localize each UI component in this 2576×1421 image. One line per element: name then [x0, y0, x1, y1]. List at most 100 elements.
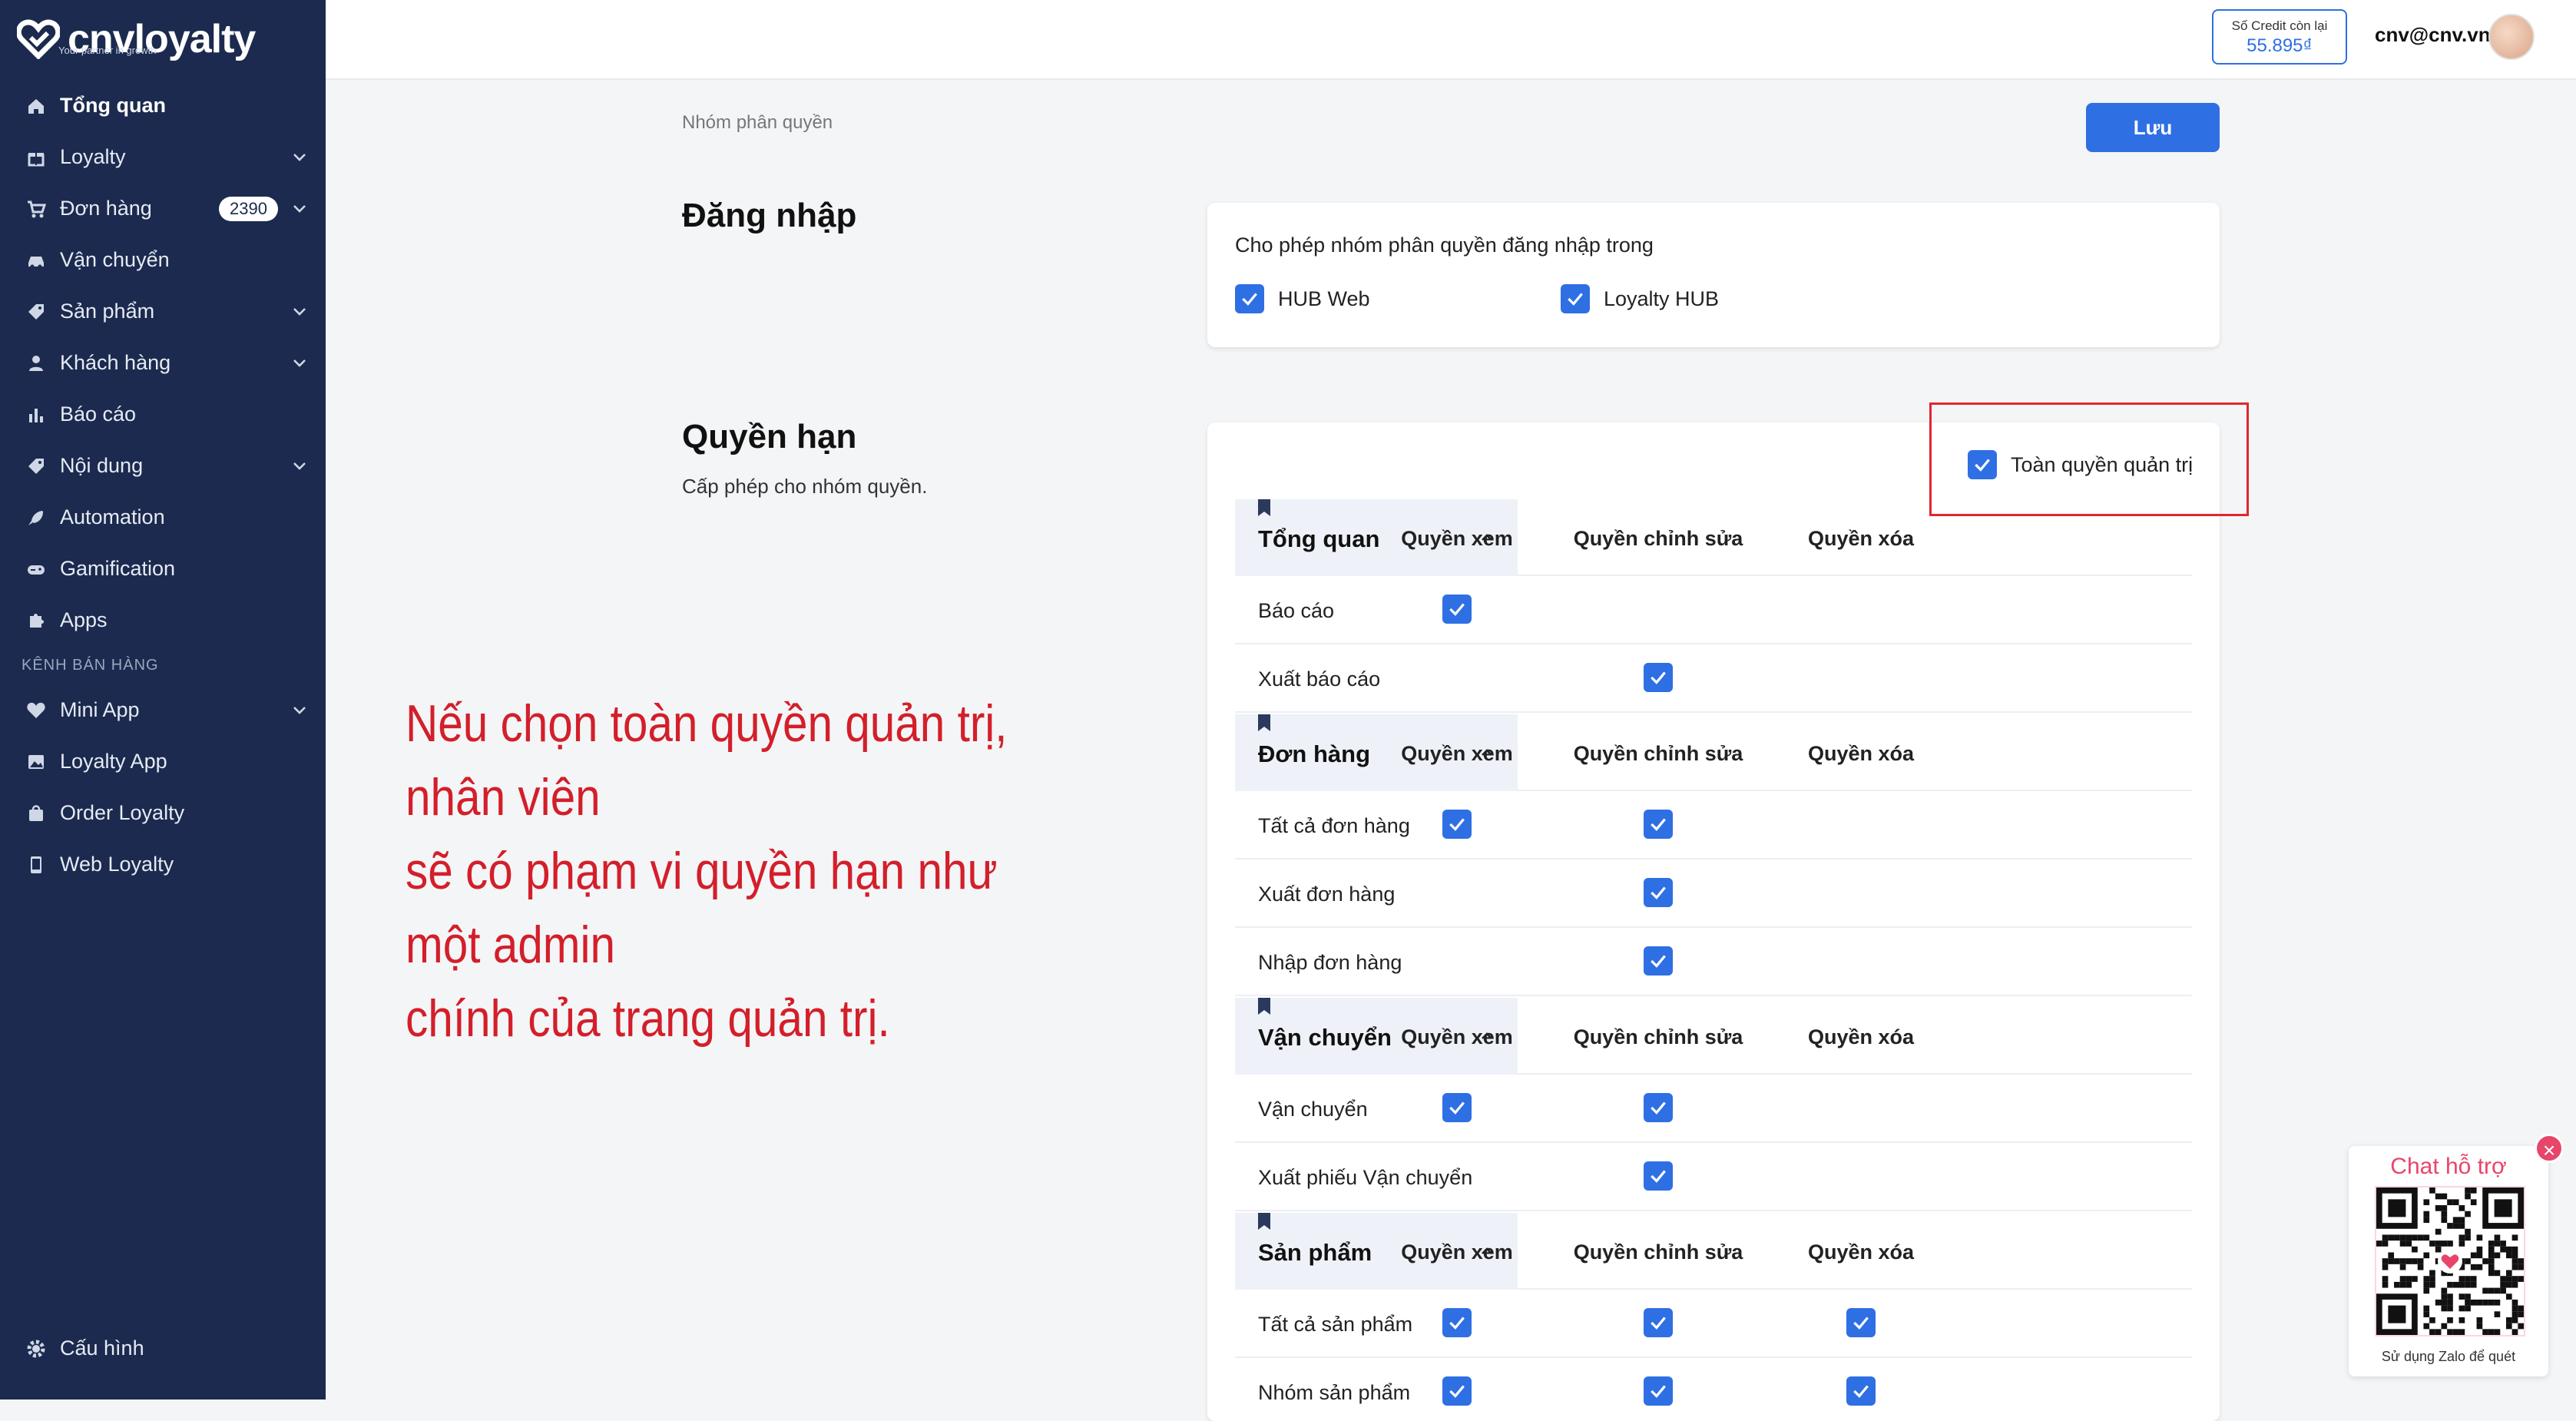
sidebar-item-settings[interactable]: Cấu hình [0, 1323, 326, 1374]
sidebar-item-van-chuyen[interactable]: Vận chuyển [0, 234, 326, 286]
gear-icon [23, 1336, 49, 1362]
permission-label: Tất cả sản phẩm [1258, 1313, 1413, 1336]
column-header: Quyền xóa [1807, 1025, 1915, 1048]
sidebar-item-apps[interactable]: Apps [0, 595, 326, 646]
checkbox-checked[interactable] [1644, 1308, 1673, 1337]
permission-row: Xuất báo cáo [1235, 644, 2192, 713]
permission-row: Xuất phiếu Vận chuyển [1235, 1143, 2192, 1211]
sidebar-item-web-loyalty[interactable]: Web Loyalty [0, 839, 326, 890]
permission-group-header: Đơn hàng Quyền xem Quyền chỉnh sửa Quyền xó… [1235, 714, 2192, 791]
column-header: Quyền xem [1401, 742, 1513, 765]
chat-widget[interactable]: Chat hỗ trợ Sử dụng Zalo để quét [2349, 1146, 2548, 1376]
sidebar-item-tong-quan[interactable]: Tổng quan [0, 80, 326, 131]
sidebar-item-automation[interactable]: Automation [0, 492, 326, 543]
permission-group: Tổng quan Quyền xem Quyền chỉnh sửa Quyền x… [1235, 499, 2192, 713]
sidebar-item-loyalty-app[interactable]: Loyalty App [0, 736, 326, 787]
sidebar-item-label: Sản phẩm [60, 300, 155, 323]
chevron-down-icon[interactable] [290, 354, 309, 373]
sidebar-item-label: Loyalty App [60, 750, 167, 773]
checkbox-checked[interactable] [1235, 284, 1264, 313]
checkbox-checked[interactable] [1644, 1376, 1673, 1406]
sidebar-item-label: Gamification [60, 557, 176, 580]
user-email[interactable]: cnv@cnv.vn [2375, 23, 2491, 47]
annotation-line: Nếu chọn toàn quyền quản trị, nhân viên [406, 694, 1008, 826]
permission-group: Sản phẩm Quyền xem Quyền chỉnh sửa Quyền xó… [1235, 1213, 2192, 1421]
login-section-title: Đăng nhập [682, 197, 857, 234]
checkbox-checked[interactable] [1644, 878, 1673, 907]
permission-row: Nhập đơn hàng [1235, 928, 2192, 996]
checkbox-checked[interactable] [1644, 663, 1673, 692]
save-button[interactable]: Lưu [2086, 103, 2220, 152]
checkbox-checked[interactable] [1442, 1093, 1472, 1122]
column-header: Quyền chỉnh sửa [1573, 1025, 1743, 1048]
sidebar-item-label: Web Loyalty [60, 853, 174, 876]
credit-box[interactable]: Số Credit còn lại 55.895₫ [2212, 9, 2347, 65]
chevron-down-icon[interactable] [290, 200, 309, 218]
option-label: Loyalty HUB [1604, 287, 1720, 310]
checkbox-checked[interactable] [1644, 1161, 1673, 1191]
permission-group: Vận chuyển Quyền xem Quyền chỉnh sửa Quyền … [1235, 998, 2192, 1211]
tag-icon [23, 299, 49, 325]
permission-group-header: Vận chuyển Quyền xem Quyền chỉnh sửa Quyền … [1235, 998, 2192, 1075]
brand-logo[interactable]: cnvloyalty [17, 12, 256, 66]
permission-row: Nhóm sản phẩm [1235, 1358, 2192, 1421]
breadcrumb[interactable]: Nhóm phân quyền [682, 112, 833, 134]
checkbox-checked[interactable] [1442, 1376, 1472, 1406]
permission-label: Nhóm sản phẩm [1258, 1381, 1411, 1404]
permission-row: Tất cả đơn hàng [1235, 791, 2192, 860]
checkbox-checked[interactable] [1442, 1308, 1472, 1337]
sidebar-item-label: Đơn hàng [60, 197, 152, 220]
permission-label: Nhập đơn hàng [1258, 951, 1402, 974]
sidebar-item-gamification[interactable]: Gamification [0, 543, 326, 595]
sidebar-item-mini-app[interactable]: Mini App [0, 684, 326, 736]
checkbox-checked[interactable] [1442, 595, 1472, 624]
chevron-down-icon[interactable] [290, 701, 309, 720]
sidebar-item-bao-cao[interactable]: Báo cáo [0, 389, 326, 440]
permission-row: Xuất đơn hàng [1235, 860, 2192, 928]
sidebar-item-loyalty[interactable]: Loyalty [0, 131, 326, 183]
column-header: Quyền xem [1401, 1025, 1513, 1048]
avatar[interactable] [2488, 14, 2535, 60]
option-label: HUB Web [1278, 287, 1370, 310]
login-option-loyalty-hub[interactable]: Loyalty HUB [1561, 284, 1719, 313]
checkbox-checked[interactable] [1846, 1308, 1876, 1337]
column-header: Quyền chỉnh sửa [1573, 527, 1743, 550]
permission-card: Toàn quyền quản trị Tổng quan Quyền xem Qu… [1207, 422, 2220, 1421]
login-card: Cho phép nhóm phân quyền đăng nhập trong… [1207, 203, 2220, 347]
checkbox-checked[interactable] [1644, 1093, 1673, 1122]
bookmark-icon [1258, 998, 1270, 1015]
checkbox-checked[interactable] [1846, 1376, 1876, 1406]
sidebar-section-label: KÊNH BÁN HÀNG [22, 656, 159, 674]
checkbox-checked[interactable] [1442, 810, 1472, 839]
heart-icon [23, 697, 49, 724]
chevron-down-icon[interactable] [290, 457, 309, 475]
login-option-hub-web[interactable]: HUB Web [1235, 284, 1370, 313]
permission-row: Tất cả sản phẩm [1235, 1290, 2192, 1358]
checkbox-checked[interactable] [1644, 946, 1673, 975]
permission-row: Báo cáo [1235, 576, 2192, 644]
heart-logo-icon [17, 19, 60, 59]
sidebar-item-order-loyalty[interactable]: Order Loyalty [0, 787, 326, 839]
puzzle-icon [23, 608, 49, 634]
bookmark-icon [1258, 714, 1270, 731]
sidebar-item-noi-dung[interactable]: Nội dung [0, 440, 326, 492]
cart-icon [23, 196, 49, 222]
column-header: Quyền xóa [1807, 527, 1915, 550]
chat-close-button[interactable]: × [2535, 1134, 2564, 1163]
checkbox-checked[interactable] [1561, 284, 1590, 313]
chevron-down-icon[interactable] [290, 303, 309, 321]
sidebar-item-don-hang[interactable]: Đơn hàng 2390 [0, 183, 326, 234]
rocket-icon [23, 505, 49, 531]
user-icon [23, 350, 49, 376]
sidebar-item-label: Khách hàng [60, 351, 171, 374]
chat-title: Chat hỗ trợ [2390, 1154, 2507, 1179]
sidebar-item-label: Mini App [60, 698, 140, 721]
group-name: Sản phẩm [1258, 1239, 1372, 1266]
checkbox-checked[interactable] [1644, 810, 1673, 839]
sidebar-item-san-pham[interactable]: Sản phẩm [0, 286, 326, 337]
sidebar-nav: Tổng quan Loyalty Đơn hàng 2390 Vận chuyển Sả… [0, 80, 326, 890]
sidebar-item-khach-hang[interactable]: Khách hàng [0, 337, 326, 389]
phone-icon [23, 852, 49, 878]
image-icon [23, 749, 49, 775]
chevron-down-icon[interactable] [290, 148, 309, 167]
